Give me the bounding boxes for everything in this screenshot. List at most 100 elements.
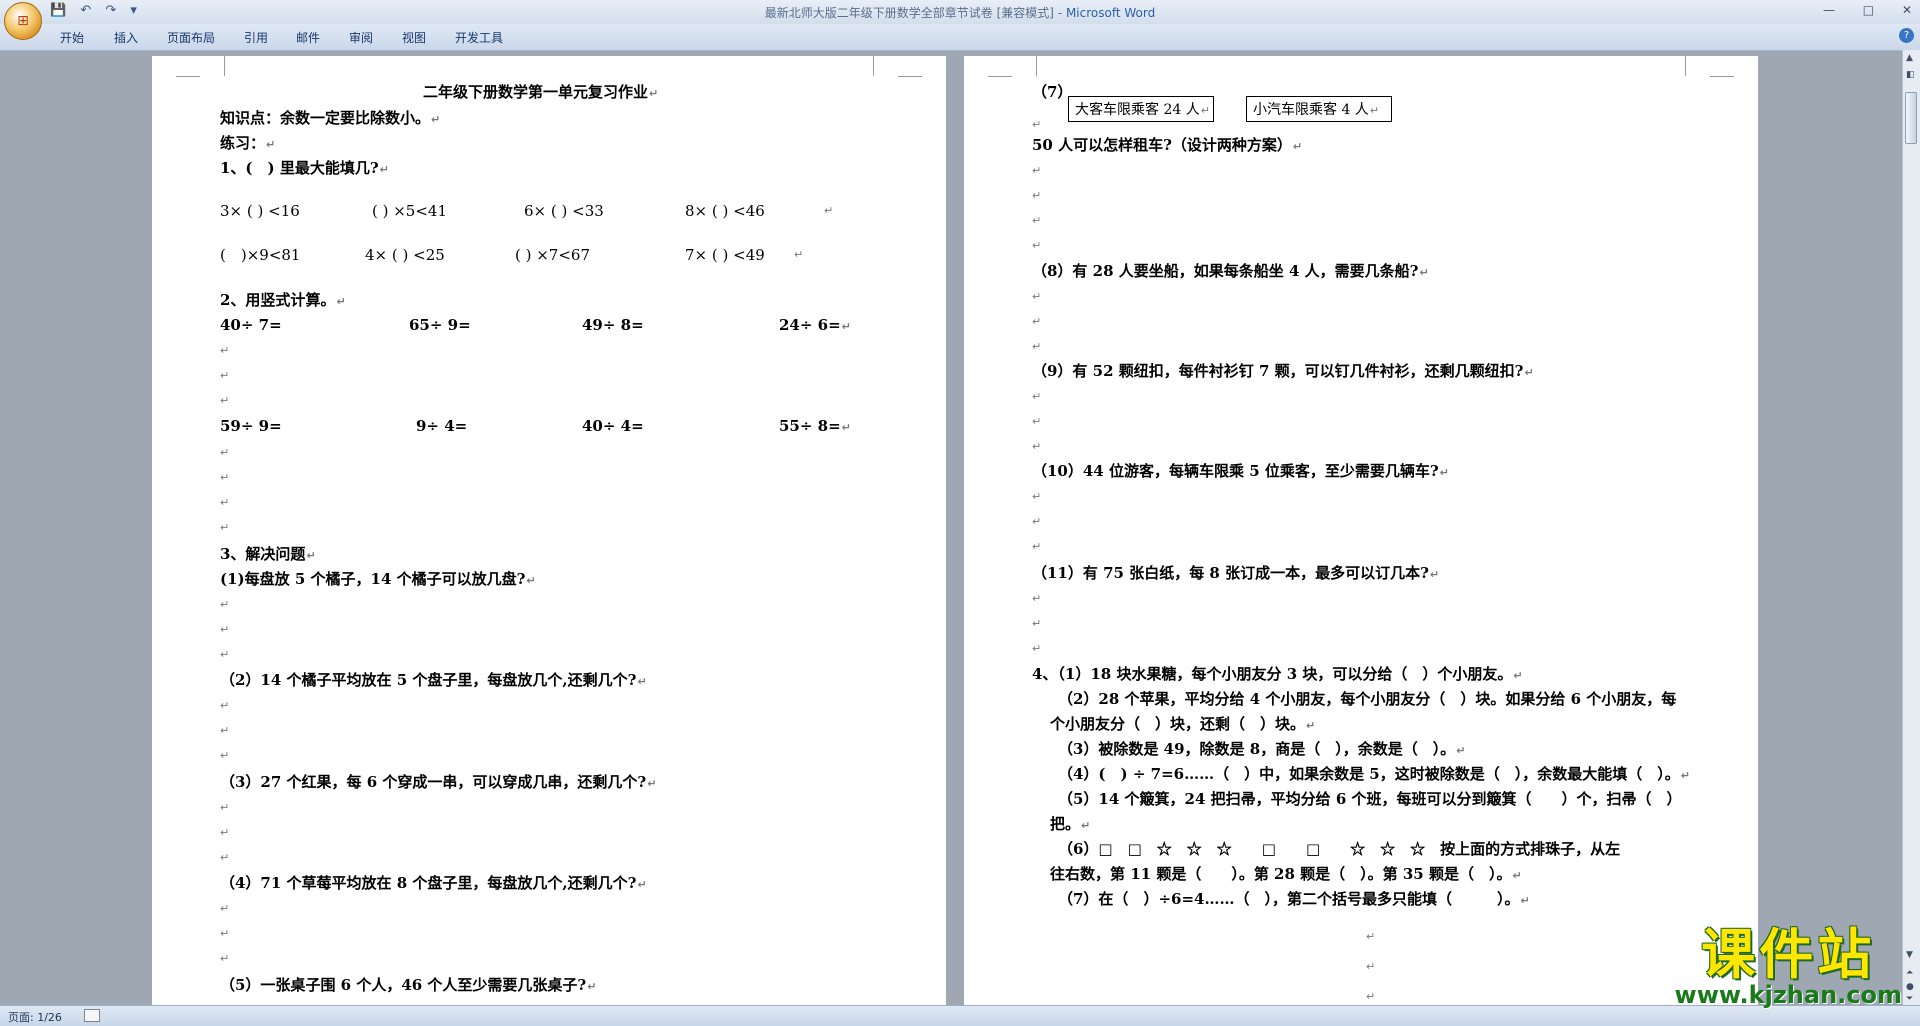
division-item: 9÷ 4= [416,417,468,435]
division-item: 49÷ 8= [582,316,644,334]
paragraph-mark: ↵ [824,204,834,217]
question-3: 3、解决问题↵ [220,545,316,563]
section-4-q7: （7）在（ ）÷6=4……（ ），第二个括号最多只能填（ ）。↵ [1058,890,1530,908]
crop-mark [1012,56,1037,76]
crop-mark [1710,76,1734,77]
section-4-q3: （3）被除数是 49，除数是 8，商是（ ），余数是（ ）。↵ [1058,740,1466,758]
paragraph-mark: ↵ [220,446,230,459]
paragraph-mark: ↵ [1366,960,1376,973]
crop-mark [176,76,200,77]
crop-mark [873,56,898,76]
paragraph-mark: ↵ [1032,390,1042,403]
title-bar: 💾 ↶ ↷ ▾ 最新北师大版二年级下册数学全部章节试卷 [兼容模式] - Mic… [0,0,1920,25]
question-2: 2、用竖式计算。↵ [220,291,346,309]
paragraph-mark: ↵ [1032,490,1042,503]
scroll-up-icon[interactable]: ▲ [1906,53,1913,63]
problem-3: （3）27 个红果，每 6 个穿成一串，可以穿成几串，还剩几个?↵ [220,773,657,791]
problem-7-label: （7） [1032,83,1073,101]
office-logo-icon: ⊞ [17,13,29,29]
q1-item: 4× ( ) <25 [365,246,445,264]
division-item: 24÷ 6=↵ [779,316,851,334]
paragraph-mark: ↵ [1032,290,1042,303]
paragraph-mark: ↵ [220,902,230,915]
proofing-icon[interactable] [84,1009,100,1022]
paragraph-mark: ↵ [220,724,230,737]
watermark-logo: 课件站 www.kjzhan.com [1675,923,1902,1010]
q1-item: 7× ( ) <49 [685,246,765,264]
window-controls: — □ ✕ [1799,3,1912,17]
paragraph-mark: ↵ [1366,990,1376,1003]
division-item: 40÷ 4= [582,417,644,435]
paragraph-mark: ↵ [220,623,230,636]
paragraph-mark: ↵ [1032,340,1042,353]
paragraph-mark: ↵ [220,598,230,611]
car-capacity-box: 小汽车限乘客 4 人↵ [1246,96,1392,122]
paragraph-mark: ↵ [220,344,230,357]
tab-references[interactable]: 引用 [244,29,268,46]
paragraph-mark: ↵ [1366,930,1376,943]
browse-object-icon[interactable]: ● [1906,982,1914,992]
scroll-down-icon[interactable]: ▼ [1906,950,1913,960]
division-item: 55÷ 8=↵ [779,417,851,435]
paragraph-mark: ↵ [1032,440,1042,453]
document-name: 最新北师大版二年级下册数学全部章节试卷 [兼容模式] [764,6,1054,20]
window-title: 最新北师大版二年级下册数学全部章节试卷 [兼容模式] - Microsoft W… [764,6,1156,20]
tab-review[interactable]: 审阅 [349,29,373,46]
paragraph-mark: ↵ [1032,189,1042,202]
tab-mailings[interactable]: 邮件 [296,29,320,46]
crop-mark [898,76,922,77]
document-page-1[interactable]: 二年级下册数学第一单元复习作业↵ 知识点：余数一定要比除数小。↵ 练习：↵ 1、… [152,56,946,1006]
paragraph-mark: ↵ [1032,118,1042,131]
previous-page-icon[interactable]: ⏶ [1906,968,1913,978]
paragraph-mark: ↵ [1032,415,1042,428]
next-page-icon[interactable]: ⏷ [1906,994,1913,1004]
watermark-name: 课件站 [1701,923,1876,986]
paragraph-mark: ↵ [220,801,230,814]
crop-mark [988,76,1012,77]
minimize-icon[interactable]: — [1823,3,1835,17]
tab-page-layout[interactable]: 页面布局 [167,29,215,46]
division-item: 65÷ 9= [409,316,471,334]
document-page-2[interactable]: （7） 大客车限乘客 24 人↵ 小汽车限乘客 4 人↵ ↵ 50 人可以怎样租… [964,56,1758,1006]
section-4-q5: （5）14 个簸箕，24 把扫帚，平均分给 6 个班，每班可以分到簸箕（ ）个，… [1058,790,1682,808]
paragraph-mark: ↵ [1032,592,1042,605]
paragraph-mark: ↵ [794,248,804,261]
office-button[interactable]: ⊞ [4,2,42,40]
q1-item: ( ) ×5<41 [372,202,448,220]
tab-home[interactable]: 开始 [60,29,84,46]
ruler-toggle-icon[interactable]: ◧ [1906,70,1915,80]
tab-developer[interactable]: 开发工具 [455,29,503,46]
section-4-q2: （2）28 个苹果，平均分给 4 个小朋友，每个小朋友分（ ）块。如果分给 6 … [1058,690,1677,708]
problem-9: （9）有 52 颗纽扣，每件衬衫钉 7 颗，可以钉几件衬衫，还剩几颗纽扣?↵ [1032,362,1534,380]
problem-10: （10）44 位游客，每辆车限乘 5 位乘客，至少需要几辆车?↵ [1032,462,1449,480]
section-4-q1: 4、（1）18 块水果糖，每个小朋友分 3 块，可以分给（ ）个小朋友。↵ [1032,665,1523,683]
paragraph-mark: ↵ [220,851,230,864]
vertical-scrollbar[interactable]: ▲ ◧ ▼ ⏶ ● ⏷ [1902,50,1920,1005]
problem-8: （8）有 28 人要坐船，如果每条船坐 4 人，需要几条船?↵ [1032,262,1429,280]
tab-insert[interactable]: 插入 [114,29,138,46]
q1-item: ( ) ×7<67 [515,246,591,264]
paragraph-mark: ↵ [1032,540,1042,553]
paragraph-mark: ↵ [220,471,230,484]
division-item: 59÷ 9= [220,417,282,435]
maximize-icon[interactable]: □ [1863,3,1874,17]
knowledge-point: 知识点：余数一定要比除数小。↵ [220,109,441,127]
problem-11: （11）有 75 张白纸，每 8 张订成一本，最多可以订几本?↵ [1032,564,1440,582]
tab-view[interactable]: 视图 [402,29,426,46]
paragraph-mark: ↵ [220,699,230,712]
close-icon[interactable]: ✕ [1902,3,1912,17]
document-title: 二年级下册数学第一单元复习作业↵ [423,83,659,101]
paragraph-mark: ↵ [220,826,230,839]
paragraph-mark: ↵ [1032,164,1042,177]
status-bar: 页面: 1/26 [0,1005,1920,1026]
page-count[interactable]: 页面: 1/26 [8,1009,62,1025]
scrollbar-thumb[interactable] [1905,92,1917,144]
help-icon[interactable]: ? [1899,28,1914,43]
section-4-q4: （4）( ) ÷ 7=6……（ ）中，如果余数是 5，这时被除数是（ ），余数最… [1058,765,1690,783]
paragraph-mark: ↵ [220,496,230,509]
paragraph-mark: ↵ [1032,617,1042,630]
section-4-q5-cont: 把。↵ [1050,815,1091,833]
app-name: Microsoft Word [1065,6,1156,20]
division-item: 40÷ 7= [220,316,282,334]
paragraph-mark: ↵ [1032,214,1042,227]
